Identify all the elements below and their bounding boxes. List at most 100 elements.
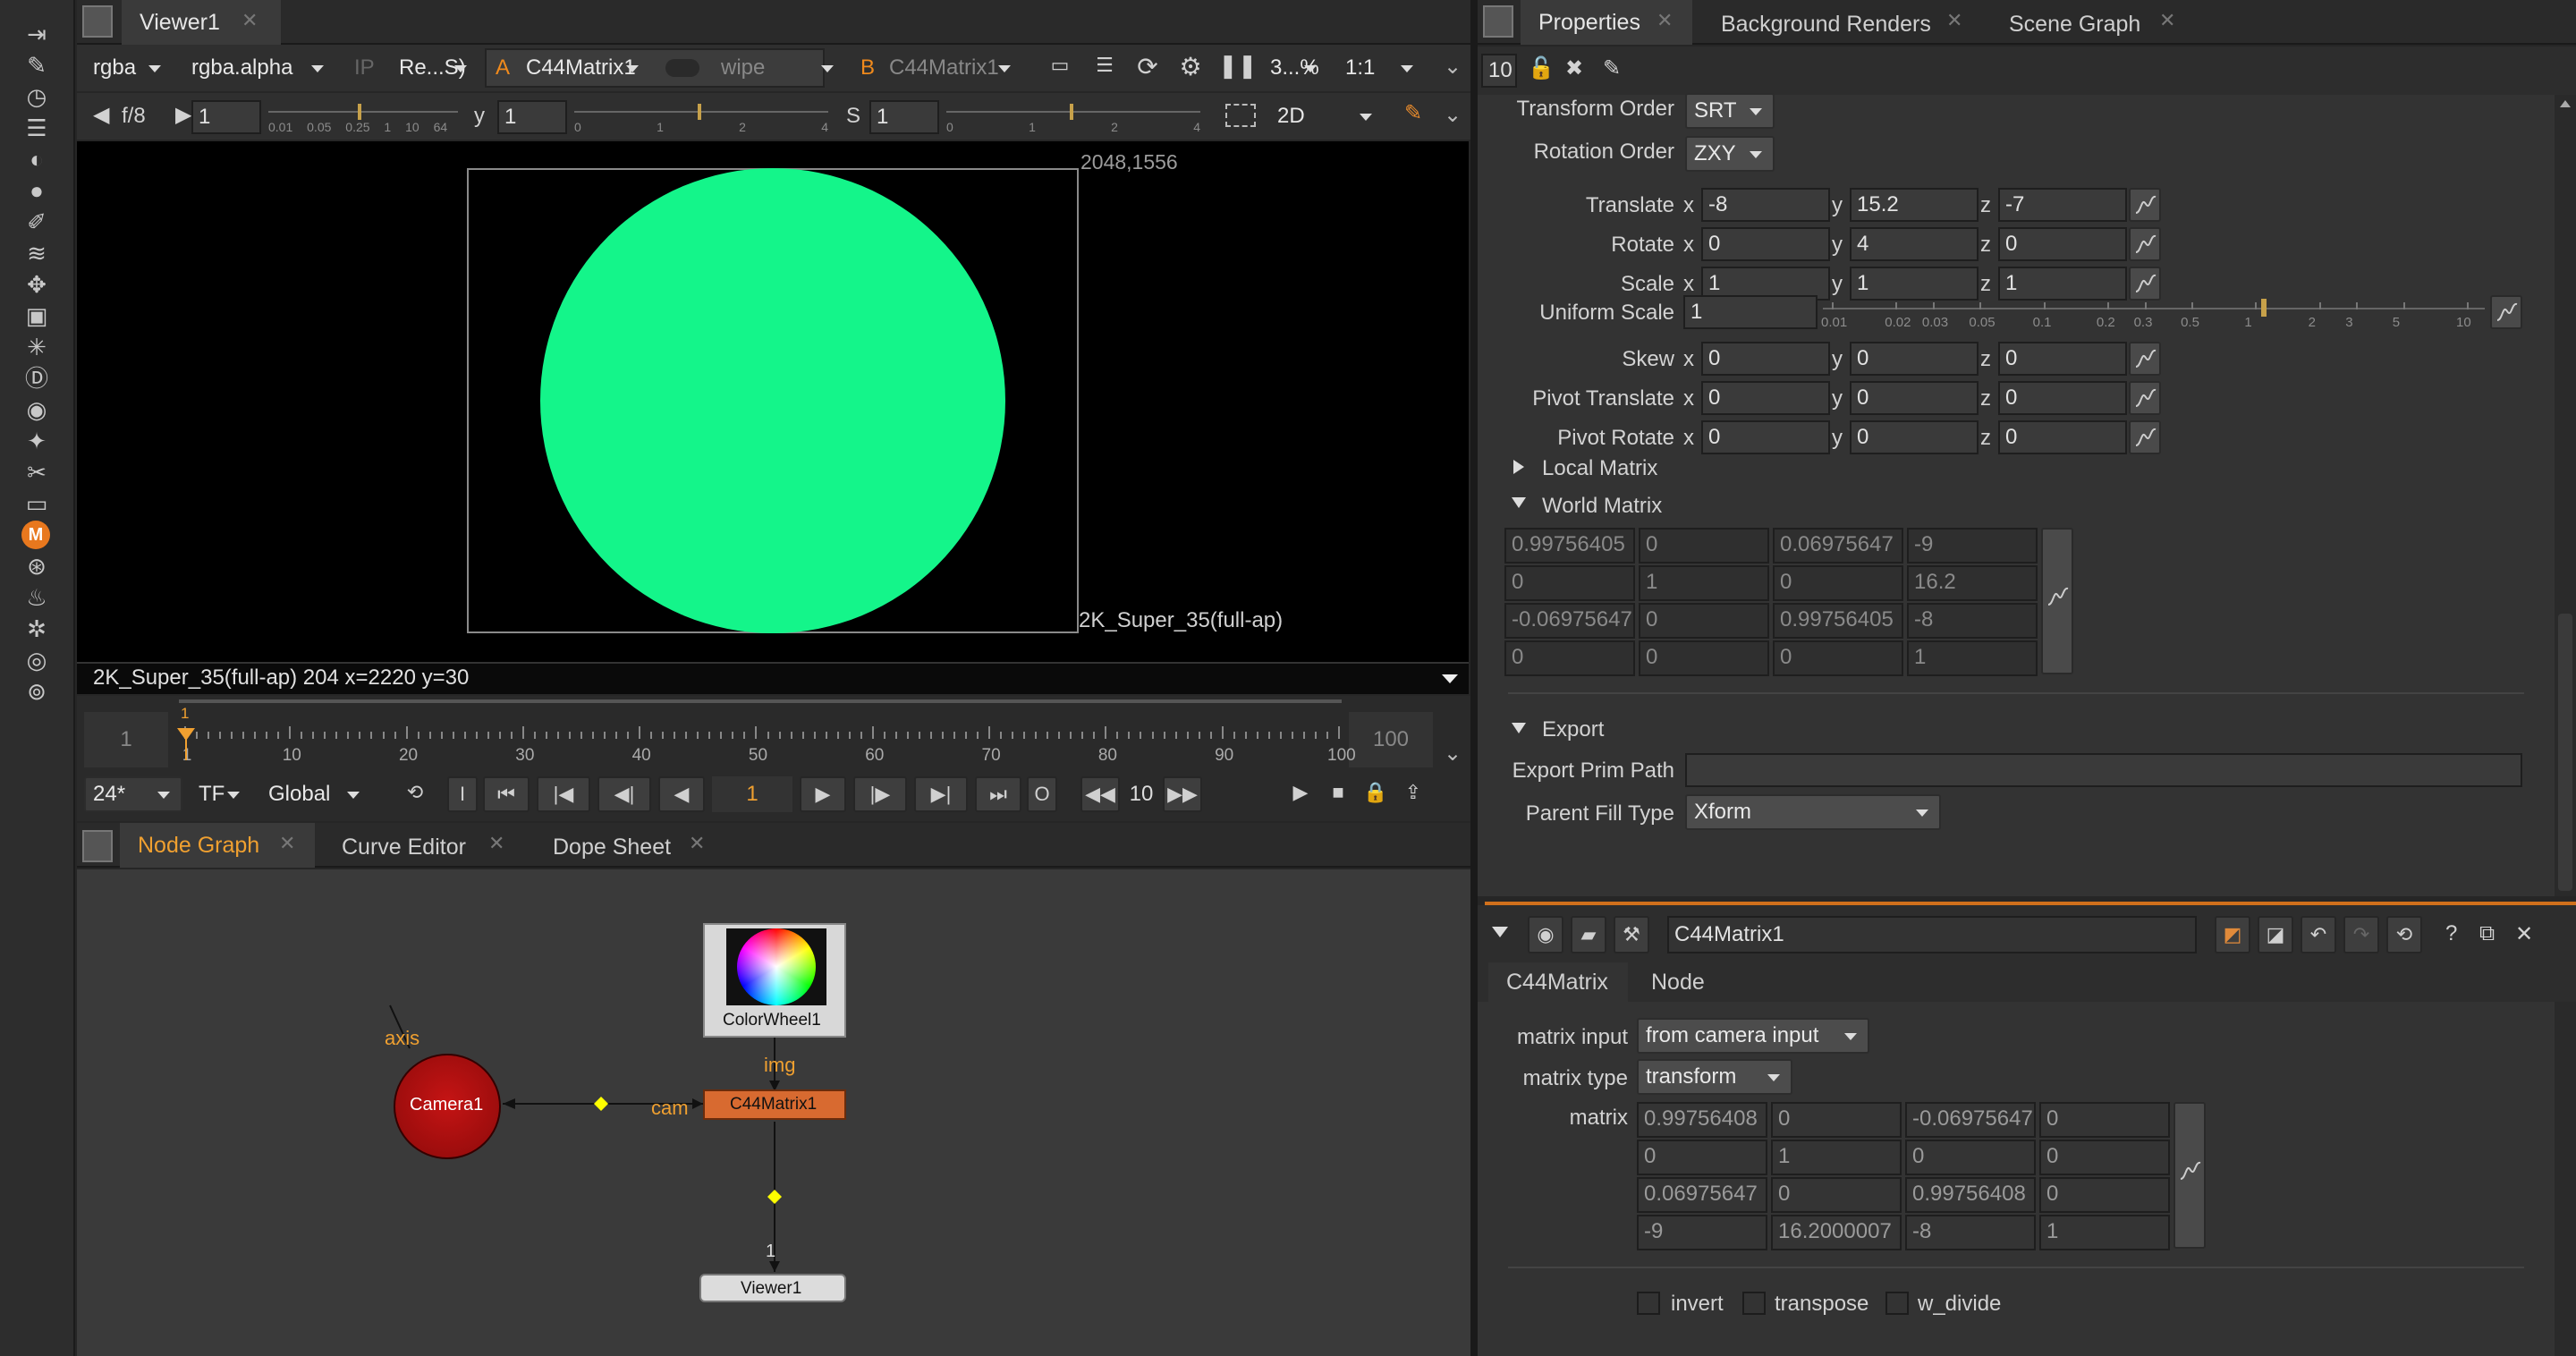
y-input[interactable]: 0 [1850, 381, 1979, 415]
viewer-node[interactable]: Viewer1 [699, 1274, 846, 1302]
lock-icon[interactable]: 🔓 [1528, 55, 1555, 81]
tools-icon[interactable]: ⚒ [1614, 916, 1649, 953]
c44-matrix-cell[interactable]: 0.06975647 [1637, 1177, 1767, 1213]
redo-icon[interactable]: ↷ [2343, 916, 2379, 953]
play-forward-icon[interactable]: ▶ [800, 776, 846, 812]
close-icon[interactable]: ✕ [1657, 9, 1673, 32]
close-panel-icon[interactable]: ✕ [2515, 921, 2533, 947]
tab-node[interactable]: Node [1633, 962, 1723, 1002]
panel-menu-icon[interactable] [1483, 5, 1513, 38]
local-matrix-arrow-icon[interactable] [1513, 460, 1524, 474]
y-input[interactable]: 15.2 [1850, 188, 1979, 222]
panel-menu-icon[interactable] [82, 5, 113, 38]
close-icon[interactable]: ✕ [1946, 9, 1962, 32]
next-keyframe-icon[interactable]: ▶| [914, 776, 968, 812]
c44matrix-node[interactable]: C44Matrix1 [703, 1089, 846, 1120]
uniform-scale-curve-icon[interactable] [2490, 295, 2522, 329]
b-input-dropdown[interactable]: C44Matrix1 [880, 50, 1023, 86]
flipbook-icon[interactable]: ▶ [1284, 776, 1317, 812]
x-input[interactable]: 0 [1701, 342, 1830, 376]
c44-matrix-cell[interactable]: -8 [1905, 1215, 2036, 1250]
timeline-expand-icon[interactable]: ⌄ [1444, 741, 1462, 767]
step-field[interactable]: 10 [1123, 776, 1159, 812]
curve-icon[interactable] [2129, 420, 2161, 454]
fstop-right-arrow[interactable]: ▶ [175, 102, 191, 128]
curve-icon[interactable] [2129, 188, 2161, 222]
matrix-input-dropdown[interactable]: from camera input [1637, 1018, 1869, 1054]
other-icon[interactable]: ▭ [16, 489, 57, 518]
parent-fill-type-dropdown[interactable]: Xform [1685, 794, 1941, 830]
c44-matrix-cell[interactable]: 0 [1905, 1140, 2036, 1175]
export-arrow-icon[interactable] [1512, 723, 1526, 733]
gain-input[interactable]: 1 [191, 100, 261, 134]
gizmo-icon[interactable]: ⊚ [16, 677, 57, 706]
refresh-icon[interactable]: ⟳ [1132, 52, 1163, 82]
c44-matrix-cell[interactable]: 0.99756408 [1637, 1102, 1767, 1138]
max-panels-field[interactable]: 10 [1481, 54, 1517, 88]
metadata-icon[interactable]: ✦ [16, 427, 57, 455]
viewer-canvas[interactable]: 2048,1556 2K_Super_35(full-ap) [77, 141, 1469, 662]
tf-dropdown[interactable]: TF [190, 776, 252, 812]
m-icon[interactable]: M [21, 521, 50, 549]
alpha-dropdown[interactable]: rgba.alpha [182, 50, 336, 86]
c44-matrix-curve-icon[interactable] [2174, 1102, 2206, 1249]
timeline-end-field[interactable]: 100 [1349, 712, 1433, 767]
node-color-2-icon[interactable]: ◪ [2258, 916, 2293, 953]
gain-slider[interactable]: 0.01 0.05 0.25 1 10 64 [268, 100, 458, 136]
read-icon[interactable]: ⇥ [16, 20, 57, 48]
revert-icon[interactable]: ⟲ [2386, 916, 2422, 953]
properties-scrollbar[interactable] [2555, 95, 2576, 896]
histogram-icon[interactable]: ☰ [1089, 54, 1120, 84]
y-input[interactable]: 4 [1850, 227, 1979, 261]
next-increment-icon[interactable]: |▶ [853, 776, 907, 812]
x-input[interactable]: -8 [1701, 188, 1830, 222]
tab-background-renders[interactable]: Background Renders [1703, 2, 1971, 47]
invert-checkbox[interactable] [1637, 1292, 1660, 1315]
expand-icon-2[interactable]: ⌄ [1444, 102, 1462, 128]
channel-icon[interactable]: ☰ [16, 114, 57, 142]
export-prim-path-input[interactable] [1685, 753, 2522, 787]
matrix-type-dropdown[interactable]: transform [1637, 1059, 1792, 1095]
c44-matrix-cell[interactable]: 0 [2039, 1102, 2170, 1138]
close-icon[interactable]: ✕ [2159, 9, 2175, 32]
cara-icon[interactable]: ✲ [16, 614, 57, 643]
play-backward-icon[interactable]: ◀ [658, 776, 705, 812]
x-input[interactable]: 0 [1701, 227, 1830, 261]
a-input-dropdown[interactable]: C44Matrix1 [517, 50, 651, 86]
c44-matrix-cell[interactable]: 0 [2039, 1140, 2170, 1175]
float-icon[interactable]: ⧉ [2479, 921, 2495, 946]
fstop-left-arrow[interactable]: ◀ [93, 102, 109, 128]
view-mode-dropdown[interactable]: 2D [1268, 98, 1385, 134]
c44-scrollbar[interactable] [2555, 1002, 2576, 1356]
usd-icon[interactable]: ⊛ [16, 552, 57, 581]
export-icon[interactable]: ⇪ [1397, 776, 1429, 812]
close-icon[interactable]: ✕ [488, 832, 504, 855]
transform-icon[interactable]: ✥ [16, 270, 57, 299]
wipe-toggle[interactable] [665, 59, 699, 77]
ocula-icon[interactable]: ◎ [16, 646, 57, 674]
x-input[interactable]: 0 [1701, 420, 1830, 454]
in-point-button[interactable]: I [447, 776, 478, 812]
proxy-icon[interactable]: ⚙ [1175, 52, 1206, 82]
transform-order-dropdown[interactable]: SRT [1685, 93, 1775, 129]
loop-icon[interactable]: ⟲ [395, 776, 435, 812]
c44-matrix-cell[interactable]: -0.06975647 [1905, 1102, 2036, 1138]
wipe-dropdown[interactable]: wipe [712, 50, 846, 86]
c44-matrix-cell[interactable]: 0 [2039, 1177, 2170, 1213]
center-node-icon[interactable]: ▰ [1571, 916, 1606, 953]
curve-icon[interactable] [2129, 227, 2161, 261]
colorwheel-node[interactable]: ColorWheel1 [703, 923, 846, 1038]
expand-icon[interactable]: ⌄ [1444, 54, 1462, 80]
fps-dropdown[interactable]: 24* [84, 776, 182, 812]
out-point-button[interactable]: O [1027, 776, 1057, 812]
close-icon[interactable]: ✕ [242, 9, 258, 32]
close-icon[interactable]: ✕ [279, 832, 295, 855]
status-dropdown-icon[interactable] [1442, 674, 1458, 683]
undo-icon[interactable]: ↶ [2301, 916, 2336, 953]
uniform-scale-slider[interactable]: 0.01 0.02 0.03 0.05 0.1 0.2 0.3 0.5 1 2 3 5 10 [1821, 295, 2485, 331]
panel-divider[interactable] [1470, 0, 1478, 1356]
ip-button[interactable]: IP [354, 55, 375, 81]
zoom-dropdown[interactable]: 3...% [1261, 50, 1329, 86]
curve-icon[interactable] [2129, 342, 2161, 376]
uniform-scale-input[interactable]: 1 [1683, 295, 1818, 329]
